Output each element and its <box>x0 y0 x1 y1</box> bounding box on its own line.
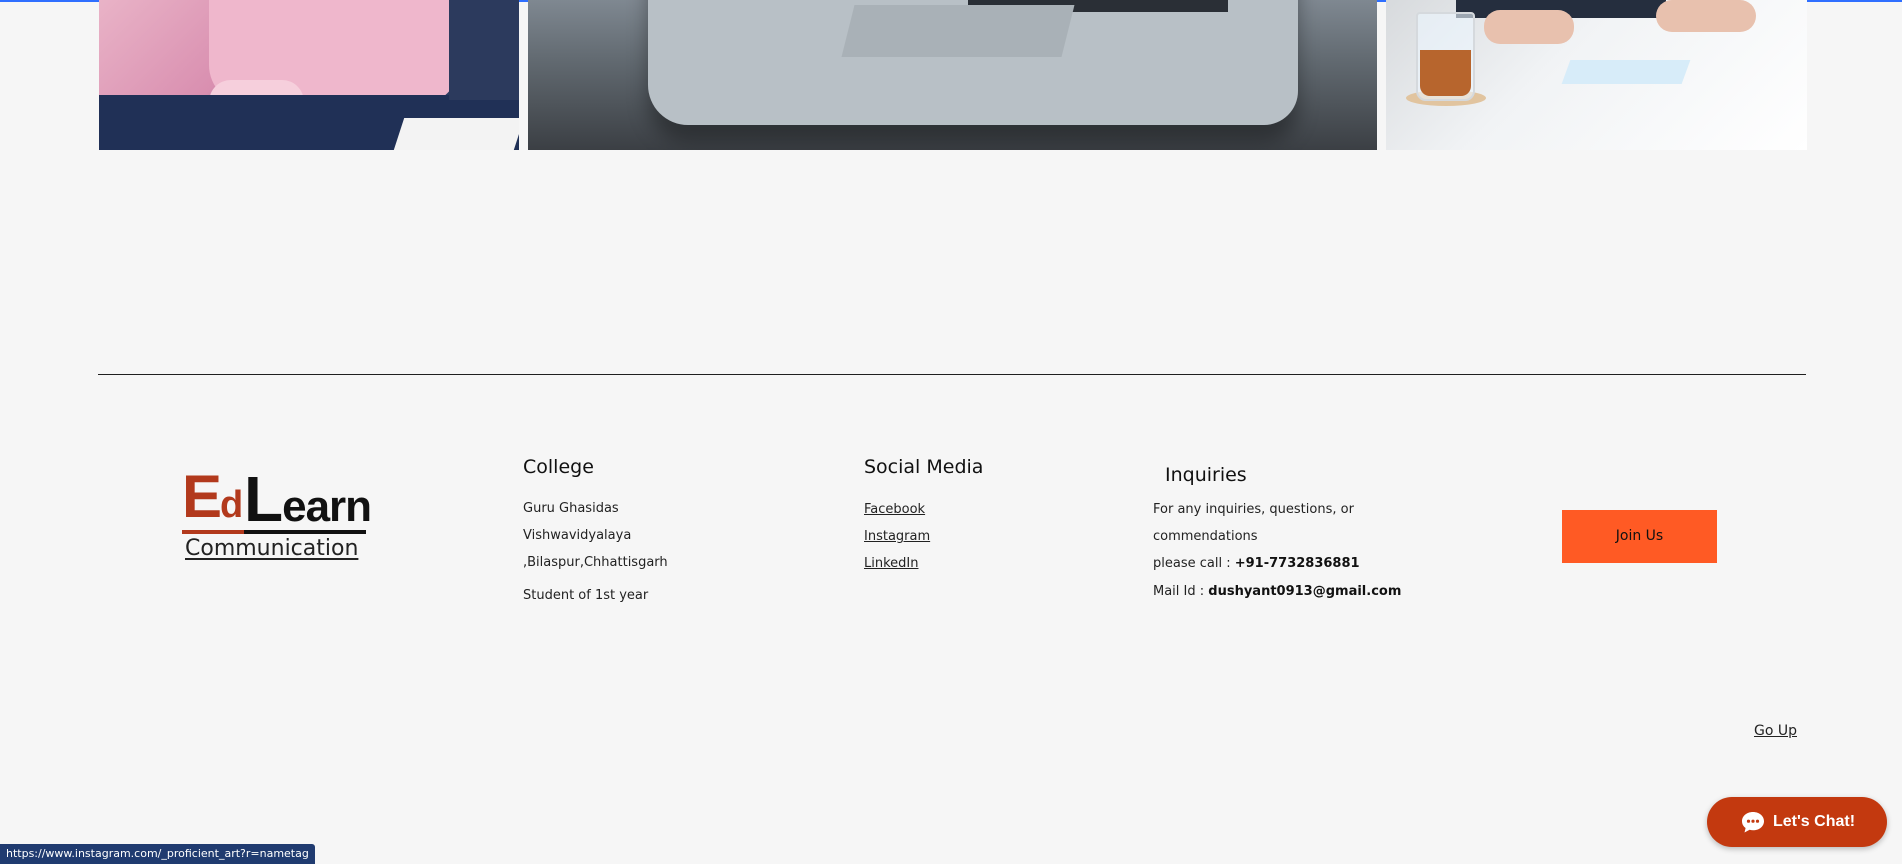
social-link-instagram[interactable]: Instagram <box>864 528 930 546</box>
inquiries-text: commendations <box>1153 529 1258 544</box>
image-detail-drink <box>1420 50 1471 96</box>
logo-learn-mark: Learn <box>244 467 372 531</box>
logo-letters-earn: earn <box>282 482 372 531</box>
email-address[interactable]: dushyant0913@gmail.com <box>1208 584 1401 599</box>
phone-number[interactable]: +91-7732836881 <box>1235 556 1360 571</box>
gallery-image-laptop[interactable] <box>528 0 1377 150</box>
social-link-linkedin[interactable]: LinkedIn <box>864 555 918 573</box>
lets-chat-button[interactable]: Let's Chat! <box>1707 797 1887 847</box>
inquiries-mail-line: Mail Id : dushyant0913@gmail.com <box>1153 583 1401 601</box>
image-detail-document <box>1561 60 1691 84</box>
browser-status-url: https://www.instagram.com/_proficient_ar… <box>0 844 315 864</box>
college-line: ,Bilaspur,Chhattisgarh <box>523 555 668 570</box>
image-detail-dark-clothing <box>449 0 519 100</box>
logo-subtitle: Communication <box>185 536 359 561</box>
logo-letter-e: E <box>182 463 222 530</box>
join-us-button[interactable]: Join Us <box>1562 510 1717 563</box>
inquiries-phone-line: please call : +91-7732836881 <box>1153 555 1360 573</box>
chat-bubble-icon <box>1742 812 1764 833</box>
site-logo[interactable]: Ed Learn Communication <box>182 466 372 566</box>
image-detail-hand <box>1656 0 1756 32</box>
social-link-label[interactable]: Instagram <box>864 529 930 544</box>
college-line: Student of 1st year <box>523 588 649 603</box>
social-media-heading: Social Media <box>864 456 984 478</box>
phone-prefix: please call : <box>1153 556 1235 571</box>
go-up-link[interactable]: Go Up <box>1754 721 1797 741</box>
college-line: Guru Ghasidas <box>523 501 619 516</box>
college-heading: College <box>523 456 594 478</box>
social-link-facebook[interactable]: Facebook <box>864 501 925 519</box>
chat-label: Let's Chat! <box>1773 813 1856 830</box>
footer-divider <box>98 374 1806 375</box>
image-detail-notebook <box>393 118 519 150</box>
social-link-label[interactable]: Facebook <box>864 502 925 517</box>
college-line: Vishwavidyalaya <box>523 528 632 543</box>
logo-ed-mark: Ed <box>182 463 243 530</box>
mail-prefix: Mail Id : <box>1153 584 1209 599</box>
image-detail-touchpad <box>841 5 1075 57</box>
gallery-image-student-writing[interactable] <box>99 0 519 150</box>
page: Ed Learn Communication College Guru Ghas… <box>0 0 1902 864</box>
gallery-image-meeting-table[interactable] <box>1386 0 1807 150</box>
inquiries-heading: Inquiries <box>1165 464 1247 486</box>
logo-letter-d: d <box>220 484 243 526</box>
image-detail-hand <box>1484 10 1574 44</box>
logo-letter-l: L <box>244 463 283 535</box>
inquiries-text: For any inquiries, questions, or <box>1153 502 1354 517</box>
social-link-label[interactable]: LinkedIn <box>864 556 918 571</box>
